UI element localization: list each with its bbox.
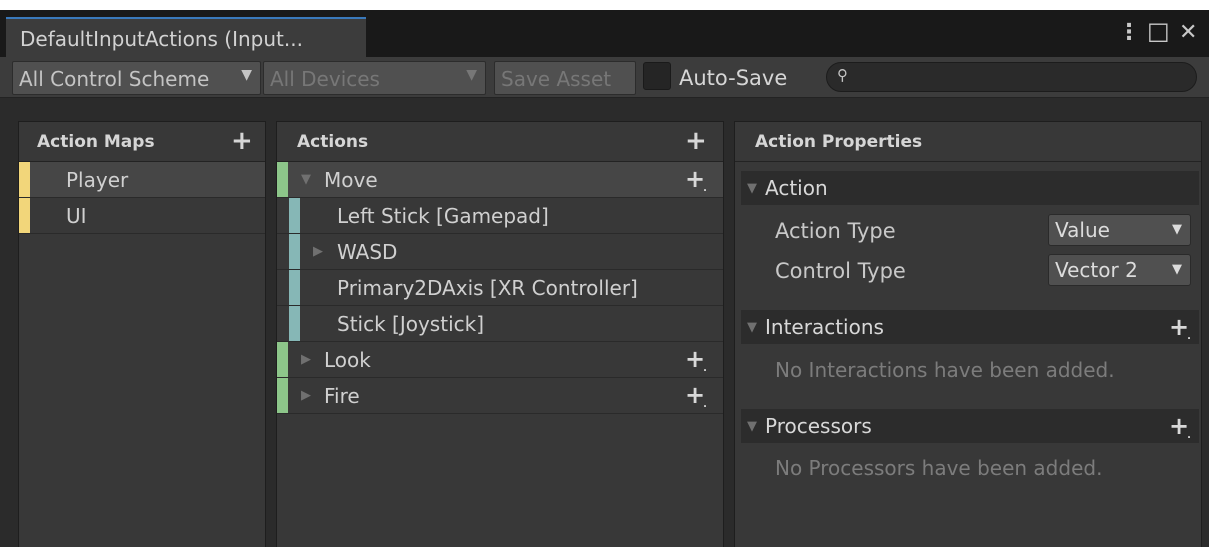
devices-dropdown[interactable]: All Devices ▼ — [263, 61, 486, 95]
action-properties-title: Action Properties — [755, 132, 923, 152]
close-icon[interactable]: ✕ — [1179, 22, 1197, 44]
devices-value: All Devices — [270, 67, 380, 91]
processors-section-label: Processors — [765, 414, 872, 438]
action-type-value: Value — [1055, 218, 1110, 242]
binding-item-left-stick[interactable]: Left Stick [Gamepad] — [277, 198, 723, 234]
search-input[interactable]: ⚲ — [826, 62, 1197, 92]
interactions-section-header[interactable]: ▼ Interactions +. — [741, 310, 1199, 344]
save-asset-label: Save Asset — [501, 67, 612, 91]
binding-label: Stick [Joystick] — [337, 312, 485, 336]
binding-color-bar — [289, 306, 300, 341]
binding-label: Left Stick [Gamepad] — [337, 204, 549, 228]
maximize-icon[interactable]: □ — [1147, 19, 1170, 43]
action-map-color-bar — [19, 198, 30, 233]
window-top-strip — [0, 0, 1209, 10]
chevron-down-icon: ▼ — [1172, 222, 1182, 237]
action-label: Look — [324, 348, 371, 372]
processors-section-header[interactable]: ▼ Processors +. — [741, 409, 1199, 443]
action-type-label: Action Type — [775, 219, 896, 243]
control-type-value: Vector 2 — [1055, 258, 1138, 282]
add-interaction-button[interactable]: +. — [1169, 315, 1193, 345]
action-properties-panel: Action Properties ▼ Action Action Type V… — [734, 121, 1202, 547]
binding-label: Primary2DAxis [XR Controller] — [337, 276, 638, 300]
add-processor-button[interactable]: +. — [1169, 414, 1193, 444]
chevron-down-icon: ▼ — [1172, 262, 1182, 277]
auto-save-checkbox[interactable] — [643, 62, 671, 90]
action-type-dropdown[interactable]: Value ▼ — [1048, 214, 1191, 246]
expanded-triangle-icon: ▼ — [747, 419, 757, 434]
action-maps-title: Action Maps — [37, 132, 155, 152]
chevron-down-icon: ▼ — [466, 67, 477, 83]
action-label: Move — [324, 168, 378, 192]
expanded-triangle-icon: ▼ — [747, 320, 757, 335]
binding-item-primary2daxis[interactable]: Primary2DAxis [XR Controller] — [277, 270, 723, 306]
actions-title: Actions — [297, 132, 369, 152]
actions-panel: Actions + ▼ Move +. Left Stick [Gamepad]… — [276, 121, 724, 547]
action-item-fire[interactable]: ▶ Fire +. — [277, 378, 723, 414]
chevron-down-icon: ▼ — [241, 67, 252, 83]
composite-item-wasd[interactable]: ▶ WASD — [277, 234, 723, 270]
binding-item-stick-joystick[interactable]: Stick [Joystick] — [277, 306, 723, 342]
collapsed-triangle-icon[interactable]: ▶ — [301, 352, 311, 367]
action-section-header[interactable]: ▼ Action — [741, 171, 1199, 205]
add-binding-dropdown-icon[interactable]: +. — [685, 347, 709, 377]
action-maps-panel: Action Maps + Player UI — [18, 121, 266, 547]
action-map-label: Player — [66, 168, 129, 192]
binding-color-bar — [289, 198, 300, 233]
action-color-bar — [277, 378, 288, 413]
processors-empty-message: No Processors have been added. — [775, 456, 1103, 480]
actions-header: Actions + — [277, 122, 723, 162]
action-label: Fire — [324, 384, 360, 408]
control-type-dropdown[interactable]: Vector 2 ▼ — [1048, 254, 1191, 286]
auto-save-label: Auto-Save — [679, 66, 788, 90]
binding-color-bar — [289, 270, 300, 305]
editor-tab-title: DefaultInputActions (Input... — [20, 27, 303, 51]
action-map-label: UI — [66, 204, 87, 228]
editor-tab[interactable]: DefaultInputActions (Input... — [6, 17, 366, 57]
add-action-map-button[interactable]: + — [231, 128, 253, 154]
save-asset-button[interactable]: Save Asset — [494, 61, 636, 95]
action-color-bar — [277, 342, 288, 377]
action-properties-header: Action Properties — [735, 122, 1201, 162]
action-map-color-bar — [19, 162, 30, 197]
expanded-triangle-icon: ▼ — [747, 181, 757, 196]
control-scheme-dropdown[interactable]: All Control Scheme ▼ — [12, 61, 261, 95]
action-item-look[interactable]: ▶ Look +. — [277, 342, 723, 378]
more-menu-icon[interactable]: ⋮ — [1118, 22, 1140, 44]
collapsed-triangle-icon[interactable]: ▶ — [313, 244, 323, 259]
action-item-move[interactable]: ▼ Move +. — [277, 162, 723, 198]
control-type-label: Control Type — [775, 259, 906, 283]
action-map-item-player[interactable]: Player — [19, 162, 265, 198]
action-maps-header: Action Maps + — [19, 122, 265, 162]
interactions-section-label: Interactions — [765, 315, 884, 339]
add-binding-dropdown-icon[interactable]: +. — [685, 167, 709, 197]
composite-label: WASD — [337, 240, 398, 264]
binding-color-bar — [289, 234, 300, 269]
add-action-button[interactable]: + — [685, 128, 707, 154]
action-map-item-ui[interactable]: UI — [19, 198, 265, 234]
action-section-label: Action — [765, 176, 828, 200]
search-icon: ⚲ — [837, 66, 848, 84]
expanded-triangle-icon[interactable]: ▼ — [301, 172, 311, 187]
collapsed-triangle-icon[interactable]: ▶ — [301, 388, 311, 403]
add-binding-dropdown-icon[interactable]: +. — [685, 383, 709, 413]
action-color-bar — [277, 162, 288, 197]
interactions-empty-message: No Interactions have been added. — [775, 358, 1115, 382]
control-scheme-value: All Control Scheme — [19, 67, 210, 91]
